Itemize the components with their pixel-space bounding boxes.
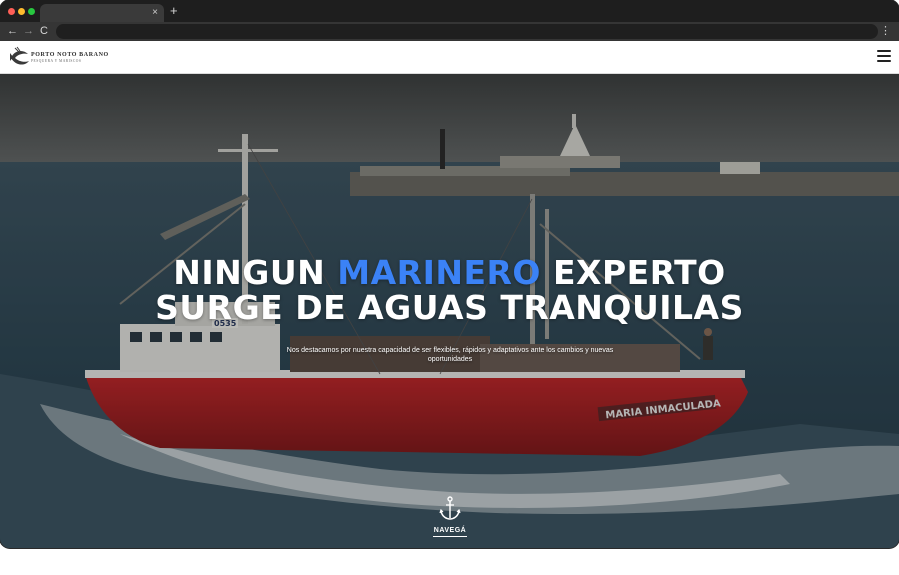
new-tab-button[interactable]: + <box>170 4 178 18</box>
fish-icon <box>10 46 29 65</box>
browser-tab-bar: × + <box>0 0 899 22</box>
headline-part-1: NINGUN <box>173 253 338 292</box>
hero-headline: NINGUN MARINERO EXPERTO SURGE DE AGUAS T… <box>0 255 899 325</box>
forward-icon[interactable]: → <box>23 24 34 38</box>
browser-menu-icon[interactable]: ⋮ <box>880 23 891 39</box>
navega-underline <box>433 536 467 537</box>
logo-subtitle: PESQUERA Y MARISCOS <box>31 59 82 63</box>
reload-icon[interactable]: C <box>40 24 48 38</box>
logo-title: PORTO NOTO BARANO <box>31 52 109 58</box>
back-icon[interactable]: ← <box>7 24 18 38</box>
headline-part-2: EXPERTO <box>541 253 726 292</box>
browser-tab[interactable]: × <box>40 4 164 22</box>
browser-toolbar: ← → C ⋮ <box>0 22 899 41</box>
browser-window: × + ← → C ⋮ PORTO NOTO BARANO PESQUERA Y… <box>0 0 899 548</box>
close-tab-icon[interactable]: × <box>152 6 158 20</box>
anchor-icon <box>439 496 461 520</box>
navega-button[interactable]: NAVEGÁ <box>425 496 475 540</box>
headline-accent: MARINERO <box>337 253 541 292</box>
hero-subtext: Nos destacamos por nuestra capacidad de … <box>286 347 614 363</box>
site-header: PORTO NOTO BARANO PESQUERA Y MARISCOS <box>0 41 899 74</box>
minimize-window-button[interactable] <box>18 8 25 15</box>
site-logo[interactable]: PORTO NOTO BARANO PESQUERA Y MARISCOS <box>9 44 109 72</box>
maximize-window-button[interactable] <box>28 8 35 15</box>
navega-label: NAVEGÁ <box>433 527 467 534</box>
close-window-button[interactable] <box>8 8 15 15</box>
hero-section: MARIA INMACULADA 0535 NINGUN MARINERO EX… <box>0 74 899 548</box>
hamburger-icon[interactable] <box>877 50 891 62</box>
address-bar[interactable] <box>56 24 878 39</box>
headline-line-2: SURGE DE AGUAS TRANQUILAS <box>155 288 744 327</box>
